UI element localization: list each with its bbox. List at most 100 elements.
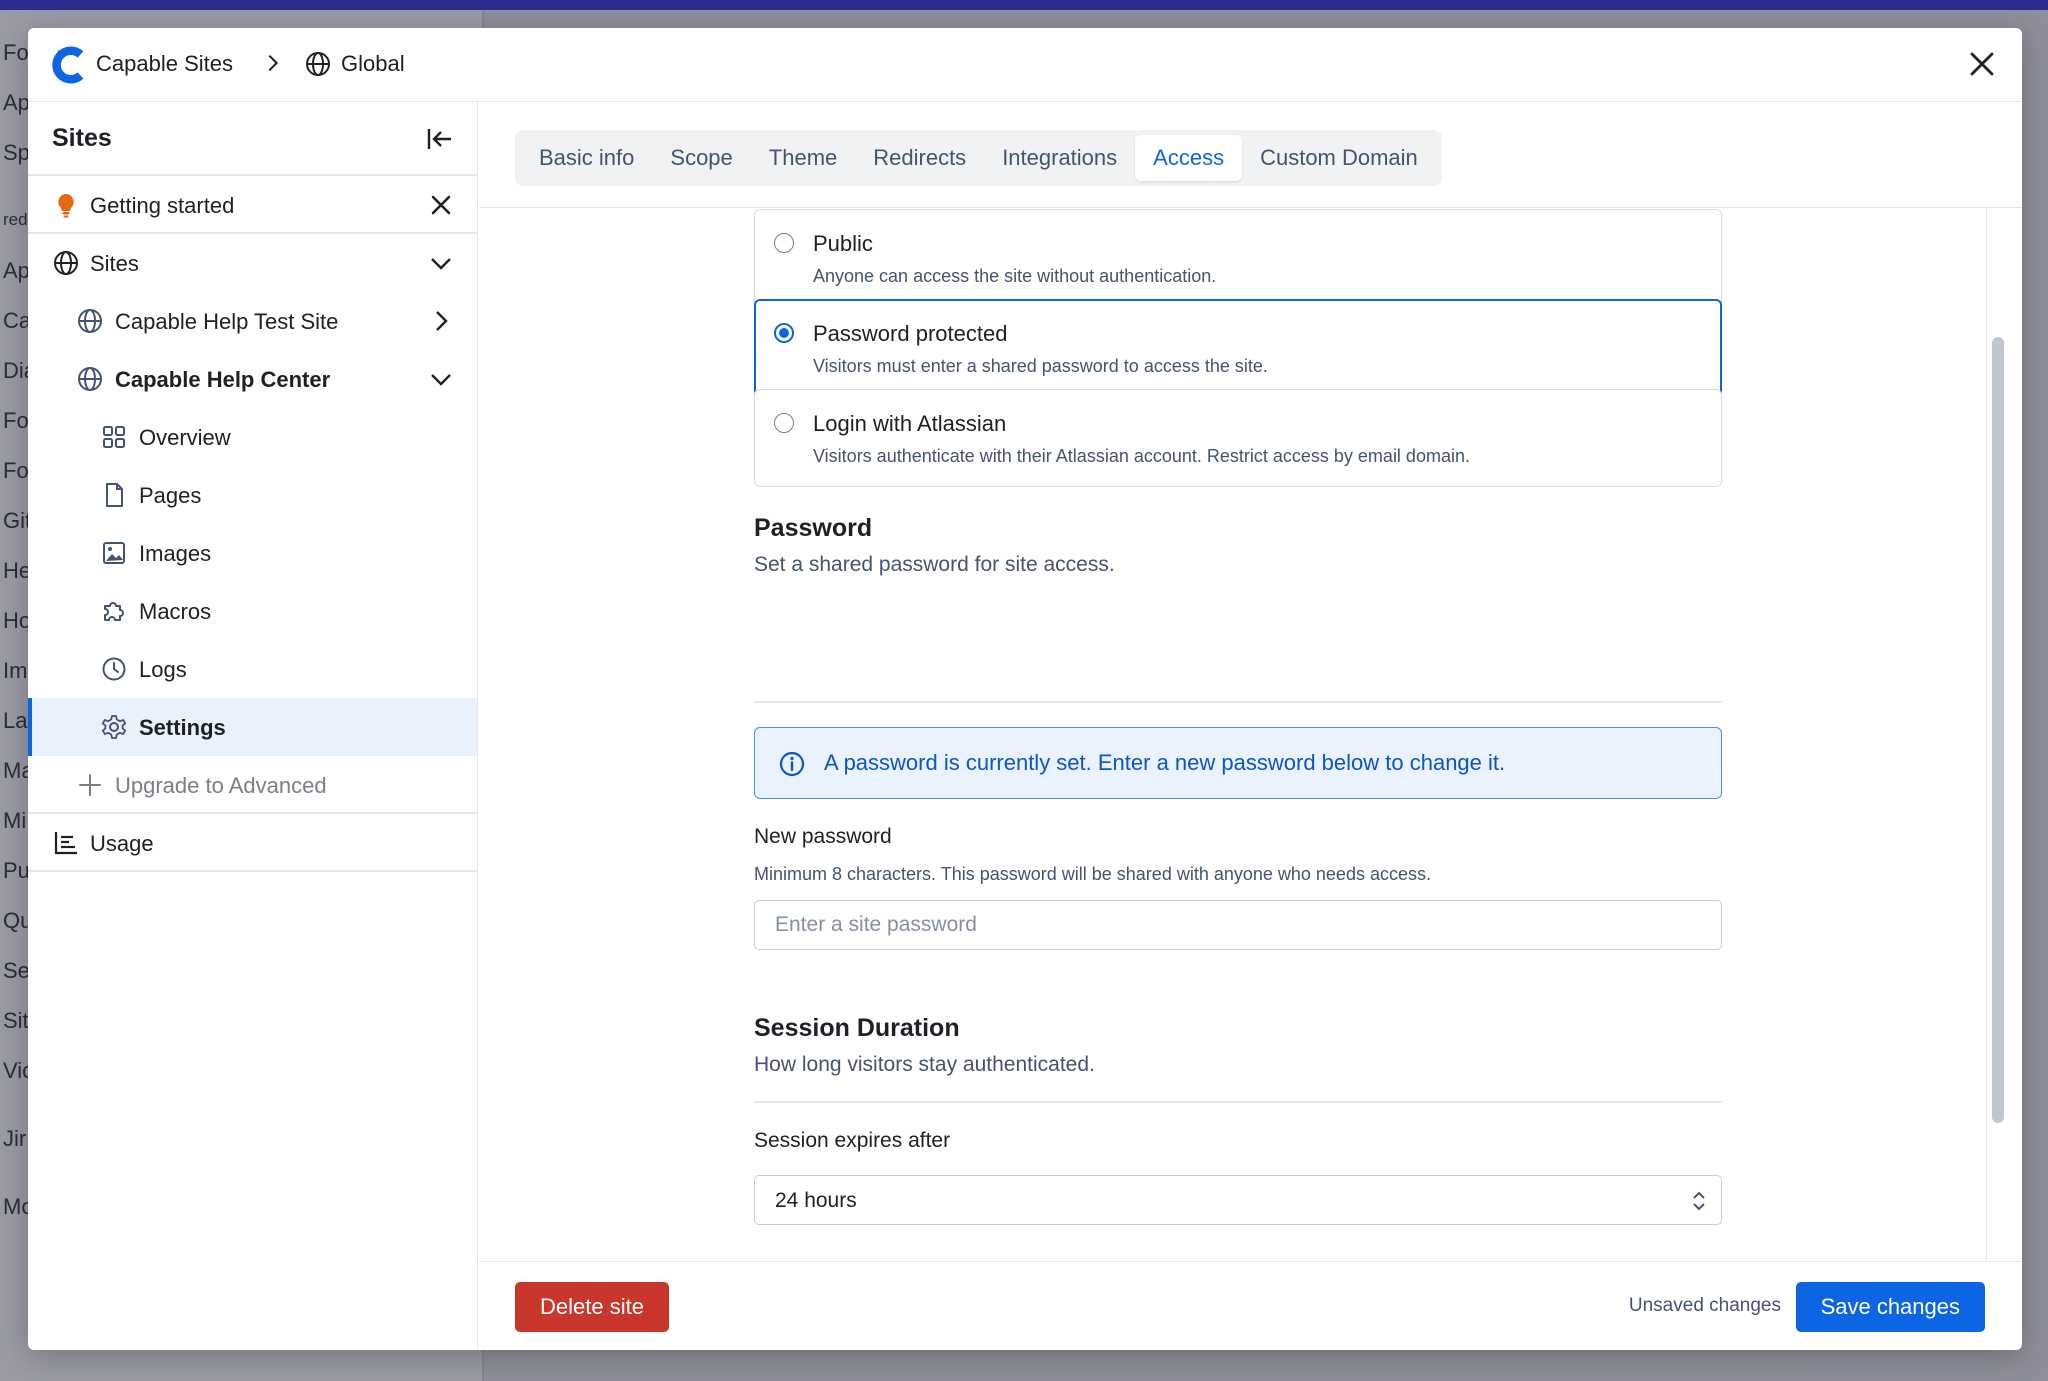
password-section-subtitle: Set a shared password for site access. bbox=[754, 553, 1115, 576]
option-title: Password protected bbox=[813, 321, 1008, 346]
option-description: Anyone can access the site without authe… bbox=[813, 266, 1217, 286]
sidebar-item-capable-help-center[interactable]: Capable Help Center bbox=[28, 350, 477, 408]
background-item: red bbox=[3, 210, 28, 229]
radio-button[interactable] bbox=[774, 233, 794, 253]
sidebar-header: Sites bbox=[28, 102, 477, 176]
background-item: Pu bbox=[3, 858, 30, 883]
access-option-password[interactable]: Password protected Visitors must enter a… bbox=[754, 299, 1722, 397]
modal-header: Capable Sites Global bbox=[28, 28, 2022, 102]
page-icon bbox=[106, 483, 123, 507]
sidebar-item-label: Overview bbox=[139, 425, 231, 450]
chevron-right-icon[interactable] bbox=[427, 307, 455, 335]
background-item: Ap bbox=[3, 258, 30, 283]
tab-custom-domain[interactable]: Custom Domain bbox=[1242, 135, 1436, 181]
collapse-sidebar-icon[interactable] bbox=[425, 124, 455, 154]
globe-icon bbox=[78, 309, 102, 333]
session-section-title: Session Duration bbox=[754, 1014, 960, 1042]
sidebar-item-label: Capable Help Center bbox=[115, 367, 331, 392]
new-password-label: New password bbox=[754, 825, 892, 848]
background-item: Jir bbox=[3, 1126, 27, 1151]
tabs-bar: Basic info Scope Theme Redirects Integra… bbox=[479, 102, 2022, 208]
tab-integrations[interactable]: Integrations bbox=[984, 135, 1135, 181]
background-item: Fo bbox=[3, 40, 29, 65]
tab-scope[interactable]: Scope bbox=[652, 135, 750, 181]
new-password-input[interactable] bbox=[754, 900, 1722, 950]
session-expires-label: Session expires after bbox=[754, 1129, 951, 1152]
sidebar-item-label: Usage bbox=[90, 831, 154, 856]
divider bbox=[754, 701, 1722, 703]
gear-icon bbox=[101, 715, 127, 739]
background-item: Sit bbox=[3, 1008, 29, 1033]
sidebar-item-macros[interactable]: Macros bbox=[28, 582, 477, 640]
sidebar-item-label: Capable Help Test Site bbox=[115, 309, 339, 334]
tab-access[interactable]: Access bbox=[1135, 135, 1243, 181]
sidebar-item-label: Macros bbox=[139, 599, 212, 624]
info-icon bbox=[779, 751, 805, 777]
chevron-up-down-icon bbox=[1693, 1191, 1705, 1211]
password-info-banner: A password is currently set. Enter a new… bbox=[754, 727, 1722, 799]
sidebar-item-label: Sites bbox=[90, 251, 139, 276]
sidebar-item-label: Getting started bbox=[90, 193, 235, 218]
sidebar-item-upgrade[interactable]: Upgrade to Advanced bbox=[28, 756, 477, 814]
access-option-public[interactable]: Public Anyone can access the site withou… bbox=[754, 209, 1722, 307]
save-changes-button[interactable]: Save changes bbox=[1795, 1282, 1985, 1332]
breadcrumb-current[interactable]: Global bbox=[341, 51, 405, 77]
brand-name[interactable]: Capable Sites bbox=[96, 51, 233, 77]
radio-button[interactable] bbox=[774, 413, 794, 433]
sidebar-item-capable-help-test-site[interactable]: Capable Help Test Site bbox=[28, 292, 477, 350]
sidebar-item-pages[interactable]: Pages bbox=[28, 466, 477, 524]
background-item: Ca bbox=[3, 308, 32, 333]
close-icon bbox=[1970, 52, 1994, 76]
scrollbar-track[interactable] bbox=[1986, 209, 2008, 1261]
puzzle-icon bbox=[104, 602, 124, 621]
sidebar-item-label: Upgrade to Advanced bbox=[115, 773, 327, 798]
sidebar-item-label: Pages bbox=[139, 483, 202, 508]
capable-logo bbox=[52, 46, 84, 84]
option-description: Visitors authenticate with their Atlassi… bbox=[813, 446, 1470, 466]
tab-basic-info[interactable]: Basic info bbox=[521, 135, 652, 181]
background-item: Ap bbox=[3, 90, 30, 115]
tab-theme[interactable]: Theme bbox=[751, 135, 855, 181]
option-title: Login with Atlassian bbox=[813, 411, 1007, 436]
modal-footer: Delete site Unsaved changes Save changes bbox=[479, 1261, 2022, 1350]
background-item: Im bbox=[3, 658, 28, 683]
radio-button[interactable] bbox=[774, 323, 794, 343]
background-topbar bbox=[0, 0, 2048, 10]
sidebar-title: Sites bbox=[52, 124, 112, 152]
background-item: Mi bbox=[3, 808, 27, 833]
sidebar-item-settings[interactable]: Settings bbox=[28, 698, 477, 756]
globe-icon bbox=[78, 367, 102, 391]
access-option-atlassian[interactable]: Login with Atlassian Visitors authentica… bbox=[754, 389, 1722, 487]
sidebar-item-images[interactable]: Images bbox=[28, 524, 477, 582]
sidebar-item-sites[interactable]: Sites bbox=[28, 234, 477, 292]
lightbulb-icon bbox=[58, 194, 74, 218]
session-expires-select[interactable]: 24 hours bbox=[754, 1175, 1722, 1225]
option-title: Public bbox=[813, 231, 873, 256]
chart-icon bbox=[54, 832, 77, 855]
info-message: A password is currently set. Enter a new… bbox=[824, 750, 1506, 775]
close-button[interactable] bbox=[1964, 46, 2000, 82]
background-item: Fo bbox=[3, 458, 29, 483]
close-icon[interactable] bbox=[427, 191, 455, 219]
chevron-down-icon[interactable] bbox=[427, 365, 455, 393]
plus-icon bbox=[79, 774, 101, 796]
sidebar-item-label: Logs bbox=[139, 657, 187, 682]
image-icon bbox=[103, 542, 125, 564]
background-item: Git bbox=[3, 508, 32, 533]
settings-main: Basic info Scope Theme Redirects Integra… bbox=[479, 102, 2022, 1350]
chevron-down-icon[interactable] bbox=[427, 249, 455, 277]
delete-site-button[interactable]: Delete site bbox=[515, 1282, 669, 1332]
scrollbar-thumb[interactable] bbox=[1992, 337, 2004, 1123]
globe-icon bbox=[54, 251, 78, 275]
unsaved-changes-status: Unsaved changes bbox=[1628, 1295, 1781, 1316]
sidebar-item-getting-started[interactable]: Getting started bbox=[28, 176, 477, 234]
session-section-subtitle: How long visitors stay authenticated. bbox=[754, 1053, 1095, 1076]
background-item: Se bbox=[3, 958, 30, 983]
clock-icon bbox=[102, 657, 126, 681]
sidebar-item-logs[interactable]: Logs bbox=[28, 640, 477, 698]
settings-scroll-area: Public Anyone can access the site withou… bbox=[479, 209, 2022, 1261]
sidebar-item-overview[interactable]: Overview bbox=[28, 408, 477, 466]
tab-redirects[interactable]: Redirects bbox=[855, 135, 984, 181]
password-section-title: Password bbox=[754, 514, 873, 542]
sidebar-item-usage[interactable]: Usage bbox=[28, 814, 477, 872]
